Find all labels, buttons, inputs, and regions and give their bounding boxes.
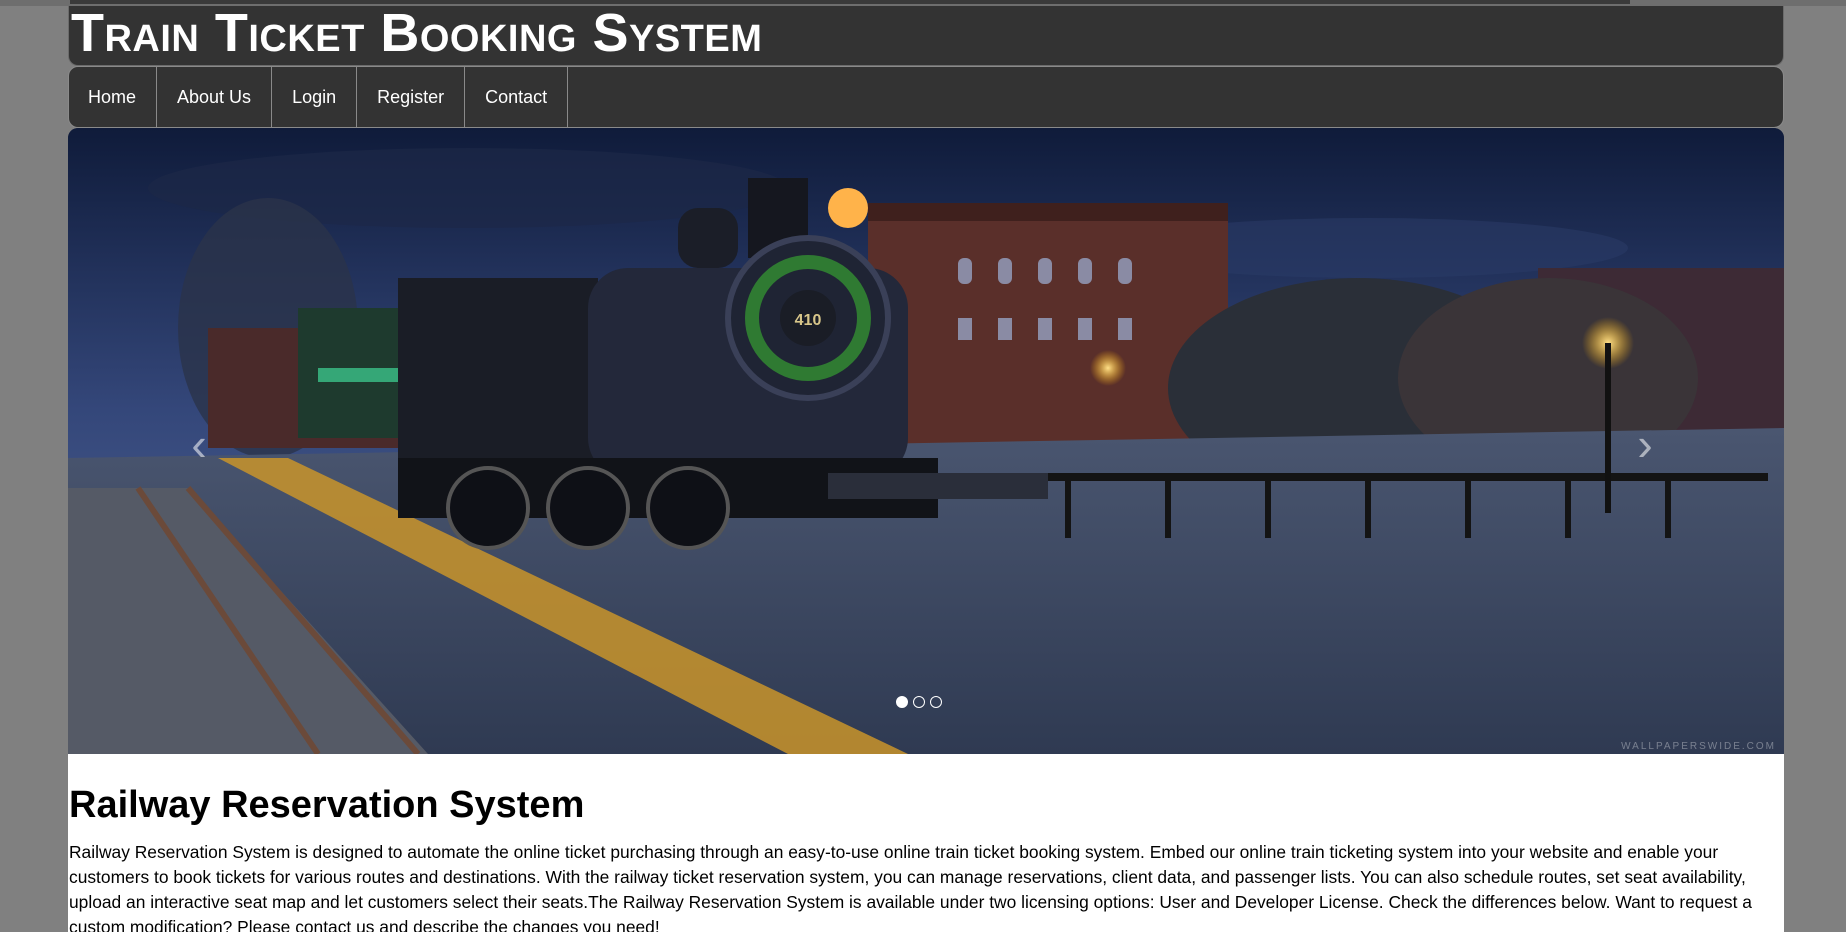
section-description: Railway Reservation System is designed t… <box>69 842 1752 932</box>
slider-dot-3[interactable] <box>930 696 942 708</box>
hero-slider: 410 ‹ › WALLPAPERSWIDE.COM <box>68 128 1784 754</box>
slider-dot-1[interactable] <box>896 696 908 708</box>
site-title: Train Ticket Booking System <box>71 3 763 63</box>
slide-image-train: 410 <box>68 128 1784 754</box>
site-header: Train Ticket Booking System <box>68 3 1784 66</box>
nav-item-home[interactable]: Home <box>69 67 158 127</box>
nav-item-about-us[interactable]: About Us <box>157 67 273 127</box>
main-content: Railway Reservation System Railway Reser… <box>68 754 1784 932</box>
slider-dot-2[interactable] <box>913 696 925 708</box>
section-heading: Railway Reservation System <box>69 784 585 826</box>
locomotive-number: 410 <box>795 312 822 329</box>
page-wrapper: Train Ticket Booking System Home About U… <box>68 3 1784 932</box>
main-nav: Home About Us Login Register Contact <box>68 66 1784 128</box>
slider-next-chevron-right-icon[interactable]: › <box>1630 421 1660 467</box>
nav-item-contact[interactable]: Contact <box>465 67 569 127</box>
slider-indicators <box>896 696 942 708</box>
nav-item-login[interactable]: Login <box>272 67 358 127</box>
slider-prev-chevron-left-icon[interactable]: ‹ <box>184 421 214 467</box>
image-watermark: WALLPAPERSWIDE.COM <box>1621 741 1776 752</box>
nav-item-register[interactable]: Register <box>357 67 466 127</box>
